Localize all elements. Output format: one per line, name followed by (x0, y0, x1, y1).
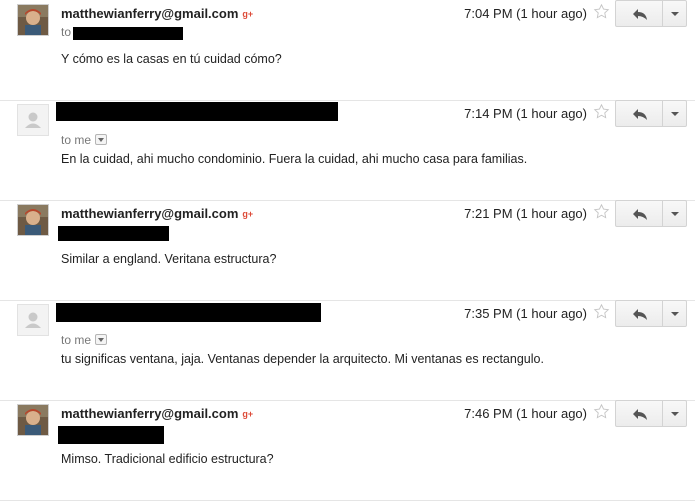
redacted-recipient (58, 426, 164, 444)
reply-button[interactable] (615, 300, 663, 327)
message-body: Mimso. Tradicional edificio estructura? (61, 452, 274, 466)
star-icon[interactable] (593, 403, 610, 420)
message-time[interactable]: 7:46 PM (1 hour ago) (464, 406, 587, 421)
sender-avatar[interactable] (17, 104, 49, 136)
recipient-line[interactable]: to me (61, 333, 108, 347)
redacted-sender (56, 303, 321, 322)
chevron-down-icon[interactable] (95, 134, 108, 145)
message-body: Similar a england. Veritana estructura? (61, 252, 277, 266)
gplus-icon[interactable]: g+ (242, 9, 253, 19)
message-time[interactable]: 7:04 PM (1 hour ago) (464, 6, 587, 21)
reply-icon (633, 109, 647, 120)
default-person-icon (25, 312, 41, 328)
message-5[interactable]: matthewianferry@gmail.com g+ 7:46 PM (1 h… (0, 400, 695, 501)
reply-icon (633, 9, 647, 20)
recipient-prefix: to (61, 25, 72, 39)
more-options-button[interactable] (662, 0, 687, 27)
reply-icon (633, 209, 647, 220)
avatar-photo-icon (18, 405, 48, 435)
star-icon[interactable] (593, 3, 610, 20)
gplus-icon[interactable]: g+ (242, 209, 253, 219)
reply-button[interactable] (615, 200, 663, 227)
avatar-photo-icon (18, 5, 48, 35)
more-options-button[interactable] (662, 300, 687, 327)
message-body: Y cómo es la casas en tú cuidad cómo? (61, 52, 282, 66)
message-body: tu significas ventana, jaja. Ventanas de… (61, 352, 544, 366)
reply-button[interactable] (615, 0, 663, 27)
message-time[interactable]: 7:14 PM (1 hour ago) (464, 106, 587, 121)
message-4[interactable]: to me 7:35 PM (1 hour ago) tu significas… (0, 300, 695, 401)
more-options-button[interactable] (662, 200, 687, 227)
sender-avatar[interactable] (17, 204, 49, 236)
recipient-line: to (61, 25, 71, 39)
message-1[interactable]: matthewianferry@gmail.com g+ to 7:04 PM (… (0, 0, 695, 101)
message-time[interactable]: 7:21 PM (1 hour ago) (464, 206, 587, 221)
default-person-icon (25, 112, 41, 128)
avatar-photo-icon (18, 205, 48, 235)
star-icon[interactable] (593, 203, 610, 220)
reply-button[interactable] (615, 400, 663, 427)
star-icon[interactable] (593, 303, 610, 320)
star-icon[interactable] (593, 103, 610, 120)
sender-name[interactable]: matthewianferry@gmail.com g+ (61, 6, 253, 21)
recipient-line[interactable]: to me (61, 133, 108, 147)
gplus-icon[interactable]: g+ (242, 409, 253, 419)
sender-avatar[interactable] (17, 404, 49, 436)
redacted-recipient (58, 226, 169, 241)
reply-button[interactable] (615, 100, 663, 127)
reply-icon (633, 309, 647, 320)
redacted-recipient (73, 27, 183, 40)
message-2[interactable]: to me 7:14 PM (1 hour ago) En la cuidad,… (0, 100, 695, 201)
redacted-sender (56, 102, 338, 121)
more-options-button[interactable] (662, 100, 687, 127)
chevron-down-icon[interactable] (95, 334, 108, 345)
message-time[interactable]: 7:35 PM (1 hour ago) (464, 306, 587, 321)
message-3[interactable]: matthewianferry@gmail.com g+ 7:21 PM (1 h… (0, 200, 695, 301)
sender-avatar[interactable] (17, 4, 49, 36)
message-body: En la cuidad, ahi mucho condominio. Fuer… (61, 152, 528, 166)
sender-name[interactable]: matthewianferry@gmail.com g+ (61, 206, 253, 221)
more-options-button[interactable] (662, 400, 687, 427)
sender-name[interactable]: matthewianferry@gmail.com g+ (61, 406, 253, 421)
sender-avatar[interactable] (17, 304, 49, 336)
reply-icon (633, 409, 647, 420)
email-thread: matthewianferry@gmail.com g+ to 7:04 PM (… (0, 0, 695, 501)
